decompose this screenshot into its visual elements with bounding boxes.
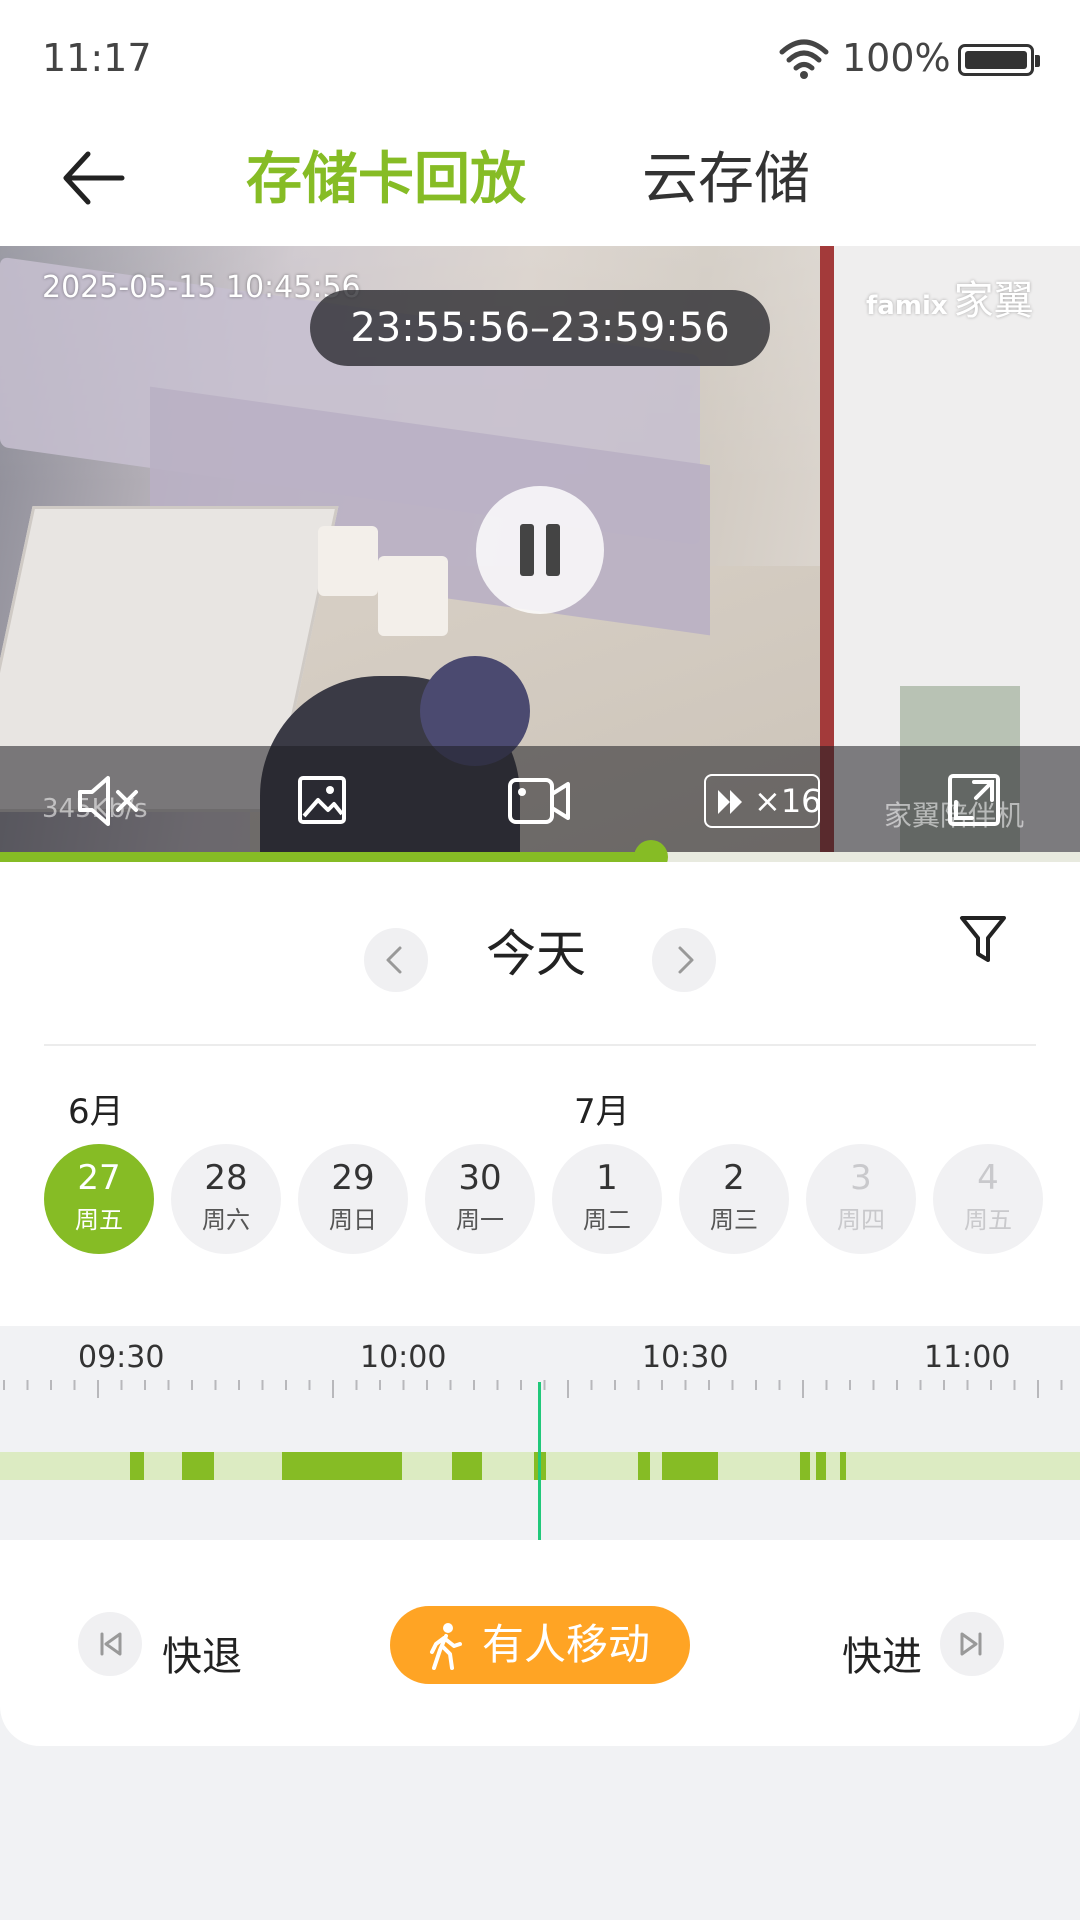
back-arrow-icon[interactable] bbox=[56, 140, 132, 216]
day-number: 1 bbox=[596, 1158, 618, 1198]
day-item[interactable]: 28 周六 bbox=[171, 1144, 281, 1254]
skip-forward-icon bbox=[960, 1632, 982, 1656]
video-frame-object bbox=[318, 526, 378, 596]
day-weekday: 周五 bbox=[964, 1206, 1012, 1234]
rewind-label[interactable]: 快退 bbox=[162, 1624, 242, 1682]
month-label: 7月 bbox=[574, 1092, 630, 1132]
day-weekday: 周六 bbox=[202, 1206, 250, 1234]
timeline-label: 10:00 bbox=[360, 1340, 447, 1375]
timeline-cursor[interactable] bbox=[538, 1382, 541, 1540]
day-number: 30 bbox=[458, 1158, 502, 1198]
timeline-label: 11:00 bbox=[924, 1340, 1011, 1375]
video-controls-bar: 345Kb/s 家翼陪伴机 bbox=[0, 746, 1080, 852]
wifi-icon bbox=[779, 39, 829, 79]
chevron-left-icon bbox=[386, 946, 402, 974]
fast-forward-icon bbox=[718, 790, 742, 814]
day-item[interactable]: 27 周五 bbox=[44, 1144, 154, 1254]
timeline-label: 09:30 bbox=[78, 1340, 165, 1375]
prev-day-button[interactable] bbox=[364, 928, 428, 992]
fullscreen-icon[interactable] bbox=[940, 772, 1010, 830]
day-weekday: 周三 bbox=[710, 1206, 758, 1234]
brand-watermark: famix 家翼 bbox=[866, 268, 1034, 326]
divider bbox=[44, 1044, 1036, 1046]
recording-segment[interactable] bbox=[452, 1452, 482, 1480]
fast-forward-label[interactable]: 快进 bbox=[842, 1624, 922, 1682]
day-weekday: 周四 bbox=[837, 1206, 885, 1234]
tab-cloud-storage[interactable]: 云存储 bbox=[642, 134, 810, 215]
status-bar: 11:17 100% bbox=[0, 0, 1080, 110]
day-item[interactable]: 30 周一 bbox=[425, 1144, 535, 1254]
video-timestamp: 2025-05-15 10:45:56 bbox=[42, 270, 361, 305]
skip-back-icon bbox=[100, 1632, 122, 1656]
progress-fill bbox=[0, 852, 648, 862]
month-label: 6月 bbox=[68, 1092, 124, 1132]
recording-segment[interactable] bbox=[662, 1452, 718, 1480]
status-time: 11:17 bbox=[42, 36, 152, 80]
recording-segment[interactable] bbox=[130, 1452, 144, 1480]
brand-name: 家翼 bbox=[953, 278, 1034, 324]
day-weekday: 周五 bbox=[75, 1206, 123, 1234]
timeline-label: 10:30 bbox=[642, 1340, 729, 1375]
battery-percent: 100% bbox=[842, 36, 951, 80]
day-weekday: 周日 bbox=[329, 1206, 377, 1234]
top-nav: 存储卡回放 云存储 bbox=[0, 110, 1080, 246]
recording-segment[interactable] bbox=[816, 1452, 826, 1480]
day-item: 4 周五 bbox=[933, 1144, 1043, 1254]
recording-segment[interactable] bbox=[282, 1452, 402, 1480]
chevron-right-icon bbox=[678, 946, 694, 974]
recording-timeline[interactable]: 09:30 10:00 10:30 11:00 bbox=[0, 1326, 1080, 1540]
day-number: 29 bbox=[331, 1158, 375, 1198]
filter-icon[interactable] bbox=[958, 912, 1008, 966]
playback-range-label: 23:55:56–23:59:56 bbox=[310, 290, 770, 366]
current-date-label: 今天 bbox=[486, 925, 586, 983]
day-number: 27 bbox=[77, 1158, 121, 1198]
record-icon[interactable] bbox=[504, 772, 574, 830]
battery-icon bbox=[958, 44, 1040, 76]
day-weekday: 周二 bbox=[583, 1206, 631, 1234]
recording-segment[interactable] bbox=[840, 1452, 846, 1480]
pause-icon bbox=[520, 524, 534, 576]
brand-small: famix bbox=[866, 291, 948, 321]
motion-detected-button[interactable]: 有人移动 bbox=[390, 1606, 690, 1684]
day-weekday: 周一 bbox=[456, 1206, 504, 1234]
pause-icon bbox=[546, 524, 560, 576]
day-number: 28 bbox=[204, 1158, 248, 1198]
screenshot-icon[interactable] bbox=[288, 772, 358, 830]
day-item[interactable]: 29 周日 bbox=[298, 1144, 408, 1254]
recording-segment[interactable] bbox=[800, 1452, 810, 1480]
next-day-button[interactable] bbox=[652, 928, 716, 992]
playback-speed-label: ×16 bbox=[754, 782, 822, 820]
pause-button[interactable] bbox=[476, 486, 604, 614]
video-frame-object bbox=[378, 556, 448, 636]
playback-speed-button[interactable]: ×16 bbox=[704, 774, 822, 828]
fast-forward-button[interactable] bbox=[940, 1612, 1004, 1676]
day-number: 4 bbox=[977, 1158, 999, 1198]
mute-icon[interactable] bbox=[74, 772, 144, 830]
walking-person-icon bbox=[430, 1623, 462, 1670]
recording-segment[interactable] bbox=[638, 1452, 650, 1480]
tab-sd-playback[interactable]: 存储卡回放 bbox=[246, 134, 526, 215]
day-item: 3 周四 bbox=[806, 1144, 916, 1254]
motion-detected-label: 有人移动 bbox=[482, 1620, 651, 1669]
day-number: 3 bbox=[850, 1158, 872, 1198]
day-item[interactable]: 1 周二 bbox=[552, 1144, 662, 1254]
rewind-button[interactable] bbox=[78, 1612, 142, 1676]
day-item[interactable]: 2 周三 bbox=[679, 1144, 789, 1254]
day-number: 2 bbox=[723, 1158, 745, 1198]
video-player[interactable]: 2025-05-15 10:45:56 famix 家翼 23:55:56–23:… bbox=[0, 246, 1080, 852]
recording-segment[interactable] bbox=[182, 1452, 214, 1480]
